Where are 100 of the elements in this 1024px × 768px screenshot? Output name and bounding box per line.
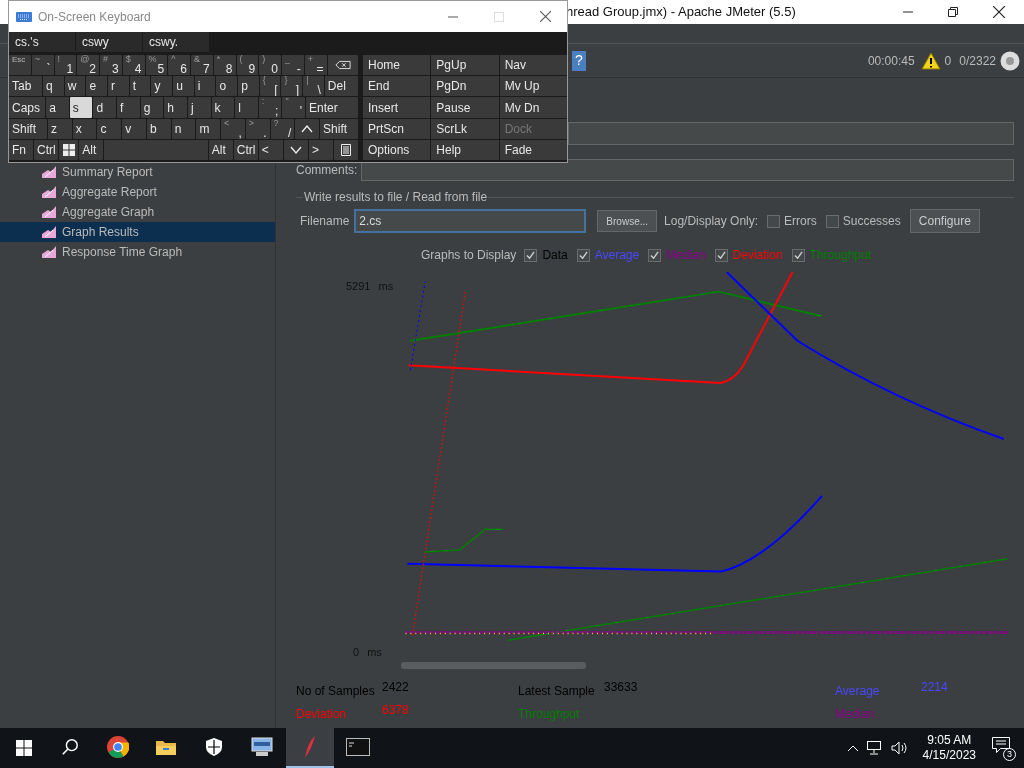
key[interactable]: | \ bbox=[303, 76, 324, 97]
key[interactable]: + = bbox=[304, 55, 327, 76]
key[interactable]: * 8 bbox=[213, 55, 236, 76]
key[interactable]: Mv Up bbox=[499, 76, 567, 97]
key[interactable] bbox=[59, 139, 79, 160]
key[interactable] bbox=[327, 55, 358, 76]
key[interactable]: : ; bbox=[258, 97, 282, 118]
key[interactable]: b bbox=[146, 118, 171, 139]
prediction-suggestion[interactable]: cs.'s bbox=[9, 32, 76, 52]
close-icon[interactable] bbox=[540, 11, 551, 22]
notification-icon[interactable] bbox=[992, 737, 1010, 753]
checkbox[interactable] bbox=[767, 214, 781, 228]
key[interactable]: y bbox=[151, 76, 173, 97]
help-button[interactable]: ? bbox=[572, 50, 586, 71]
key[interactable]: PrtScn bbox=[363, 118, 431, 139]
key[interactable]: % 5 bbox=[145, 55, 168, 76]
key[interactable]: PgUp bbox=[431, 55, 499, 76]
clock-date[interactable]: 4/15/2023 bbox=[922, 748, 976, 763]
key[interactable]: r bbox=[108, 76, 129, 97]
key[interactable]: $ 4 bbox=[122, 55, 145, 76]
key[interactable]: > . bbox=[245, 118, 270, 139]
key[interactable]: w bbox=[64, 76, 86, 97]
key[interactable]: @ 2 bbox=[77, 55, 99, 76]
key[interactable]: f bbox=[117, 97, 140, 118]
configure-button[interactable]: Configure bbox=[909, 209, 980, 233]
key[interactable]: Options bbox=[363, 139, 431, 160]
key[interactable]: Pause bbox=[431, 97, 499, 118]
key[interactable]: e bbox=[86, 76, 108, 97]
key[interactable]: < , bbox=[221, 118, 245, 139]
key[interactable]: Alt bbox=[79, 139, 104, 160]
key[interactable]: " ' bbox=[282, 97, 306, 118]
key[interactable]: Shift bbox=[9, 118, 47, 139]
key[interactable]: End bbox=[363, 76, 431, 97]
key[interactable]: v bbox=[122, 118, 146, 139]
prediction-suggestion[interactable]: cswy bbox=[76, 32, 143, 52]
key[interactable]: h bbox=[164, 97, 187, 118]
key[interactable]: x bbox=[72, 118, 97, 139]
key[interactable]: Fn bbox=[9, 139, 34, 160]
key[interactable]: < bbox=[258, 139, 283, 160]
key[interactable]: u bbox=[173, 76, 194, 97]
key[interactable]: q bbox=[43, 76, 64, 97]
key[interactable]: } ] bbox=[281, 76, 303, 97]
network-icon[interactable] bbox=[866, 741, 883, 755]
key[interactable]: o bbox=[216, 76, 238, 97]
tree-item[interactable]: Aggregate Report bbox=[0, 182, 275, 202]
comments-field[interactable] bbox=[361, 159, 1014, 181]
key[interactable]: Shift bbox=[320, 118, 358, 139]
tree-item[interactable]: Graph Results bbox=[0, 222, 275, 242]
key[interactable]: ) 0 bbox=[259, 55, 281, 76]
key[interactable]: ? / bbox=[270, 118, 295, 139]
scrollbar[interactable] bbox=[401, 662, 586, 669]
key[interactable]: Fade bbox=[499, 139, 567, 160]
checkbox[interactable] bbox=[524, 248, 538, 262]
key[interactable]: c bbox=[97, 118, 122, 139]
key[interactable]: ^ 6 bbox=[168, 55, 190, 76]
browse-button[interactable]: Browse... bbox=[597, 210, 658, 232]
text-field[interactable] bbox=[568, 122, 1014, 145]
key[interactable]: Ctrl bbox=[34, 139, 59, 160]
key[interactable]: Enter bbox=[306, 97, 359, 118]
key[interactable]: z bbox=[47, 118, 72, 139]
key[interactable]: Nav bbox=[499, 55, 567, 76]
filename-field[interactable]: 2.cs bbox=[354, 209, 587, 233]
clock-time[interactable]: 9:05 AM bbox=[927, 733, 972, 748]
key[interactable] bbox=[334, 139, 359, 160]
key[interactable]: Esc bbox=[9, 55, 31, 76]
tree-item[interactable]: Aggregate Graph bbox=[0, 202, 275, 222]
checkbox[interactable] bbox=[648, 248, 662, 262]
restore-icon[interactable] bbox=[948, 7, 958, 17]
key[interactable]: PgDn bbox=[431, 76, 499, 97]
key[interactable] bbox=[295, 118, 320, 139]
key[interactable]: Home bbox=[363, 55, 431, 76]
checkbox[interactable] bbox=[825, 214, 839, 228]
key[interactable]: a bbox=[46, 97, 69, 118]
key[interactable]: ~ ` bbox=[31, 55, 54, 76]
key[interactable]: s bbox=[69, 97, 93, 118]
prediction-suggestion[interactable]: cswy. bbox=[143, 32, 210, 52]
key[interactable]: d bbox=[93, 97, 117, 118]
windows-start-icon[interactable] bbox=[16, 740, 32, 756]
key[interactable]: Mv Dn bbox=[499, 97, 567, 118]
key[interactable]: ( 9 bbox=[236, 55, 259, 76]
checkbox[interactable] bbox=[791, 248, 805, 262]
checkbox[interactable] bbox=[714, 248, 728, 262]
key[interactable]: Tab bbox=[9, 76, 43, 97]
key[interactable]: _ - bbox=[282, 55, 304, 76]
tree-item[interactable]: Summary Report bbox=[0, 162, 275, 182]
key[interactable]: m bbox=[196, 118, 221, 139]
key[interactable]: j bbox=[187, 97, 211, 118]
key[interactable] bbox=[283, 139, 308, 160]
tree-item[interactable]: Response Time Graph bbox=[0, 242, 275, 262]
key[interactable]: Caps bbox=[9, 97, 46, 118]
chevron-up-icon[interactable] bbox=[846, 744, 859, 752]
key[interactable]: ScrLk bbox=[431, 118, 499, 139]
key[interactable]: > bbox=[308, 139, 333, 160]
key[interactable]: i bbox=[194, 76, 216, 97]
key[interactable]: Ctrl bbox=[233, 139, 258, 160]
key[interactable]: n bbox=[171, 118, 196, 139]
key[interactable]: p bbox=[238, 76, 259, 97]
key[interactable]: & 7 bbox=[191, 55, 213, 76]
key[interactable]: Del bbox=[324, 76, 358, 97]
key[interactable]: Insert bbox=[363, 97, 431, 118]
